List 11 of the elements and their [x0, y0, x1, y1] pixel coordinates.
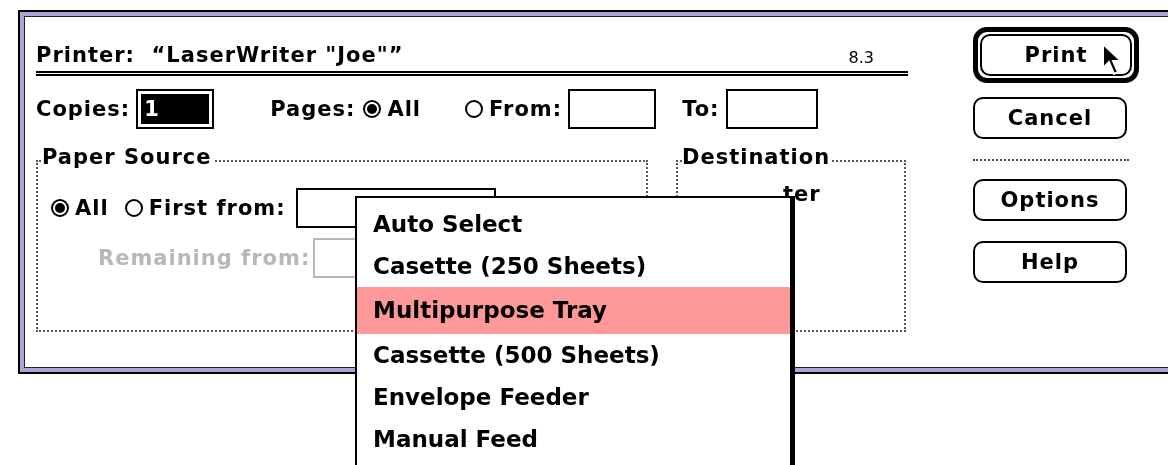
radio-label: From:	[489, 97, 563, 121]
group-title: Paper Source	[42, 145, 214, 169]
remaining-label: Remaining from:	[98, 246, 311, 270]
to-label: To:	[682, 97, 720, 121]
radio-label: All	[75, 196, 109, 220]
pages-label: Pages:	[270, 97, 356, 121]
radio-label: First from:	[148, 196, 286, 220]
version-label: 8.3	[848, 48, 874, 67]
radio-label: All	[387, 97, 422, 121]
printer-label: Printer: “LaserWriter "Joe"”	[36, 43, 404, 67]
copies-label: Copies:	[36, 97, 131, 121]
